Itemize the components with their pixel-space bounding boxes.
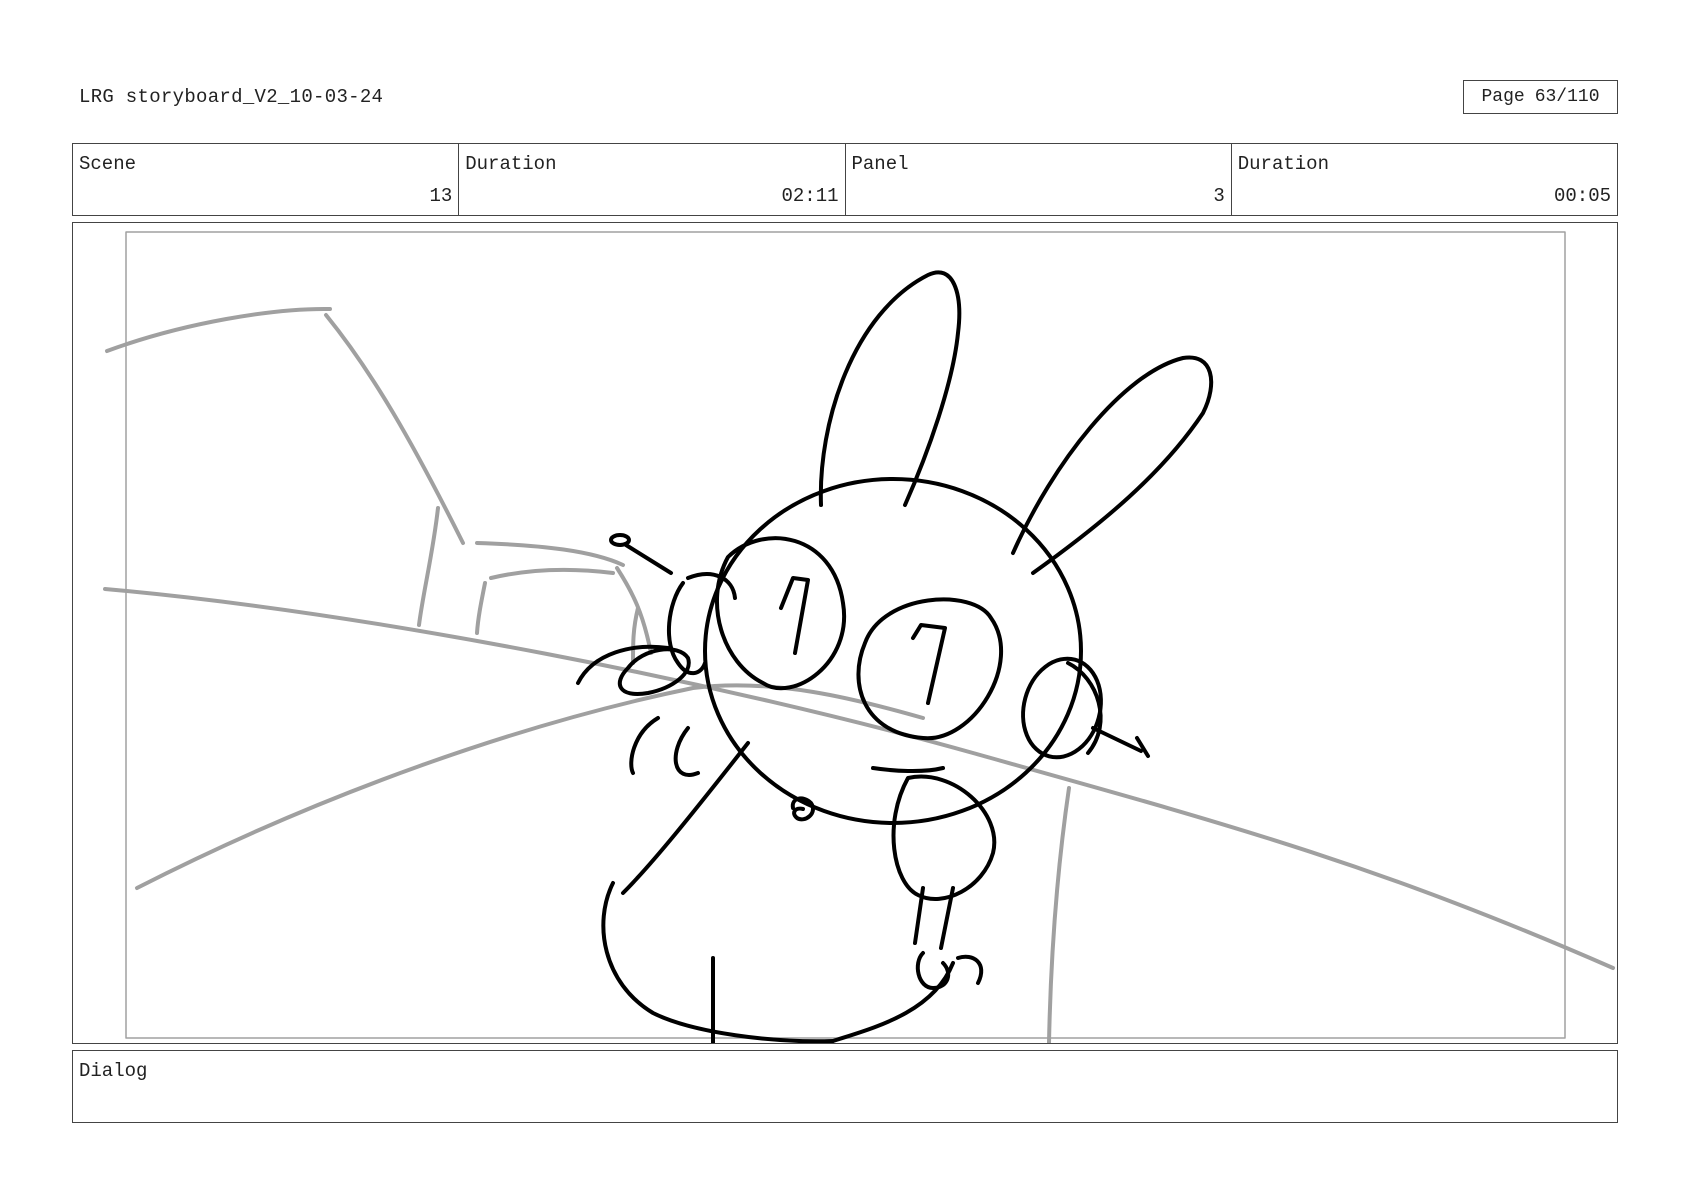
document-title: LRG storyboard_V2_10-03-24 <box>79 86 384 108</box>
panel-value: 3 <box>1213 185 1225 207</box>
page-label: Page <box>1481 87 1525 107</box>
safe-area-guide <box>125 231 1566 1039</box>
dialog-box: Dialog <box>72 1050 1618 1123</box>
scene-duration-label: Duration <box>465 153 557 175</box>
panel-cell: Panel 3 <box>846 144 1232 215</box>
character-sketch <box>576 270 1214 1043</box>
scene-value: 13 <box>429 185 453 207</box>
scene-duration-cell: Duration 02:11 <box>459 144 846 215</box>
page-number: 63/110 <box>1534 87 1600 107</box>
panel-duration-label: Duration <box>1237 153 1329 175</box>
scene-info-row: Scene 13 Duration 02:11 Panel 3 Duration… <box>72 143 1618 216</box>
dialog-label: Dialog <box>79 1060 148 1082</box>
panel-duration-cell: Duration 00:05 <box>1232 144 1617 215</box>
scene-cell: Scene 13 <box>73 144 460 215</box>
scene-label: Scene <box>79 153 137 175</box>
bunny-robot-sketch-icon <box>103 231 1615 1043</box>
scene-duration-value: 02:11 <box>781 185 839 207</box>
page-indicator: Page 63/110 <box>1463 80 1618 114</box>
storyboard-panel <box>72 222 1618 1044</box>
panel-label: Panel <box>851 153 909 175</box>
panel-duration-value: 00:05 <box>1553 185 1611 207</box>
